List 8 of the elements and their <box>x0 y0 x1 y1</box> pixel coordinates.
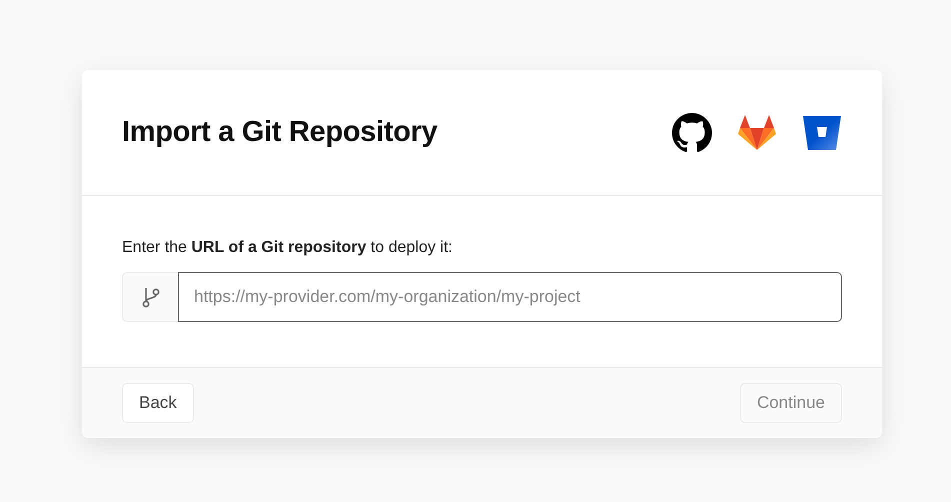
github-icon[interactable] <box>672 112 712 152</box>
prompt-text: Enter the URL of a Git repository to deploy it: <box>122 239 454 257</box>
fox-icon[interactable] <box>738 114 776 150</box>
bucket-icon[interactable] <box>802 114 842 150</box>
back-button[interactable]: Back <box>122 383 194 423</box>
branch-icon <box>122 272 178 322</box>
url-field[interactable]: https://my-provider.com/my-organization/my-project <box>178 272 842 322</box>
dialog-title: Import a Git Repository <box>122 116 438 149</box>
